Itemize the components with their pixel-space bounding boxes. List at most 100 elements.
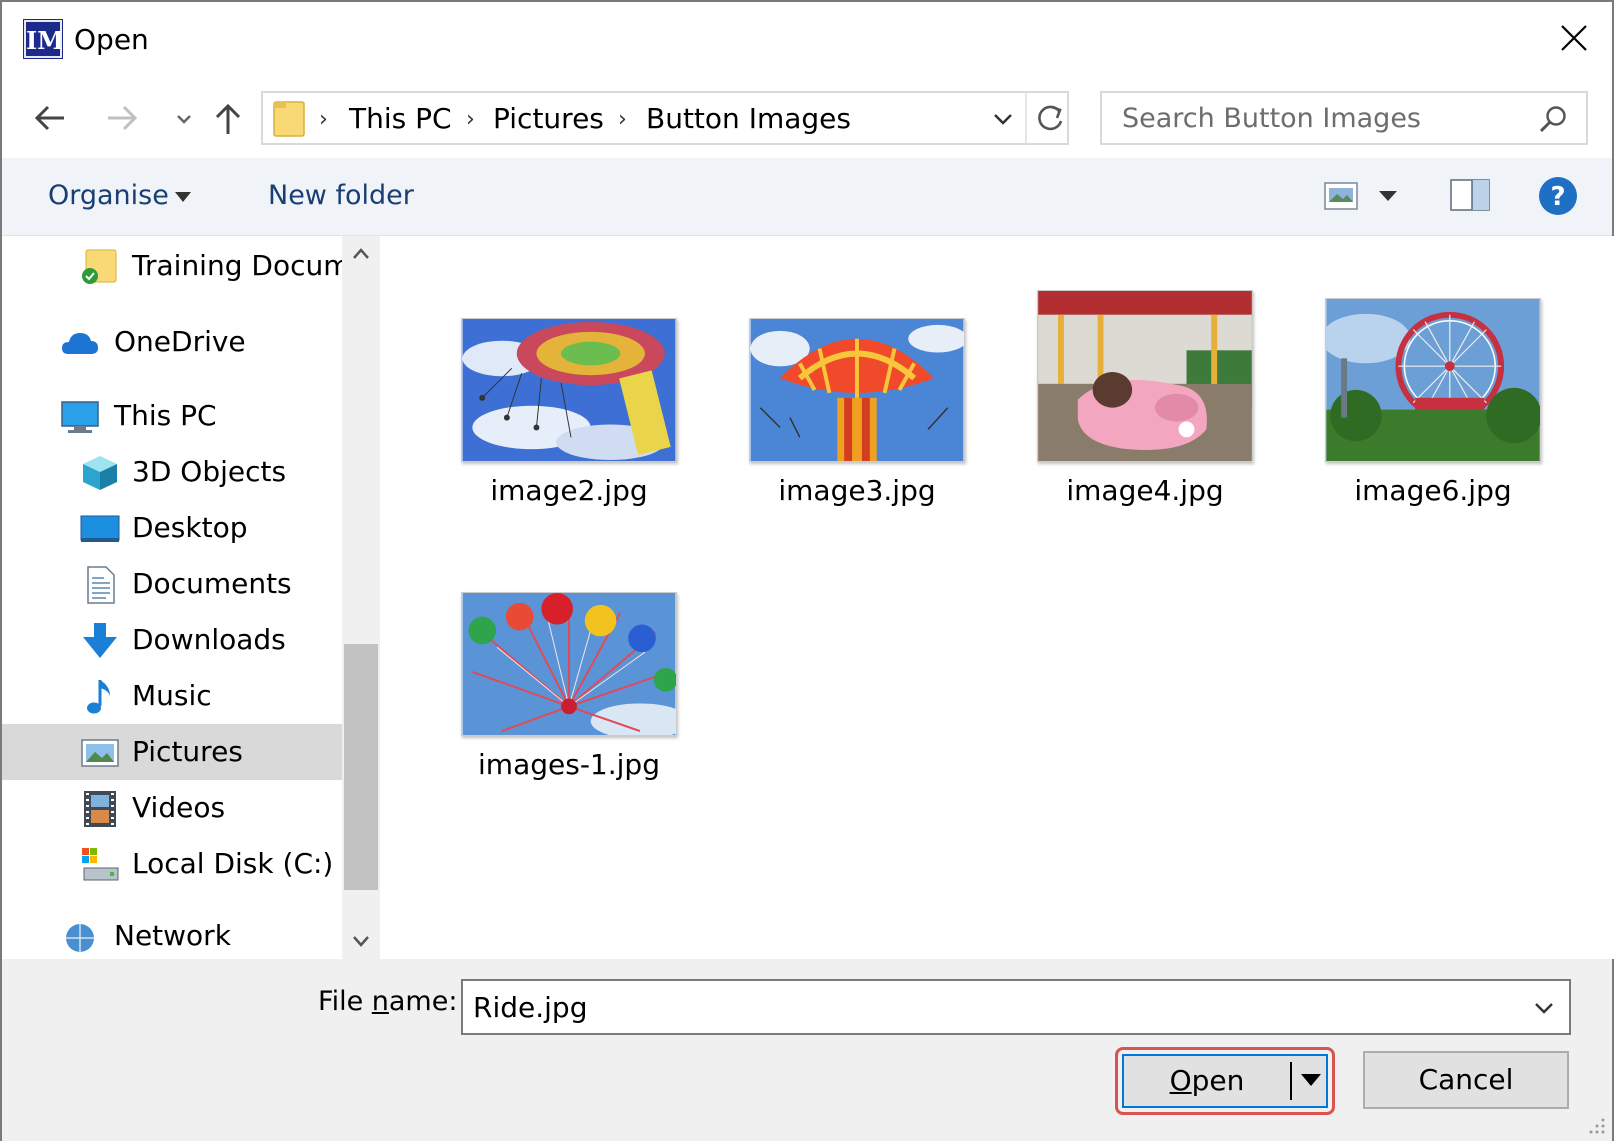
file-name-value[interactable]: Ride.jpg <box>473 989 587 1027</box>
dialog-footer: File name: Ride.jpg Open Cancel <box>2 959 1612 1141</box>
sidebar-item-onedrive[interactable]: OneDrive <box>2 314 342 370</box>
nav-scrollbar[interactable] <box>342 236 380 959</box>
document-icon <box>87 566 115 604</box>
address-divider <box>1025 93 1027 143</box>
arrow-left-icon[interactable] <box>28 96 72 140</box>
organise-dropdown-icon[interactable] <box>174 191 192 203</box>
scroll-up-icon[interactable] <box>342 236 380 272</box>
sidebar-item-music[interactable]: Music <box>2 668 342 724</box>
preview-pane-icon[interactable] <box>1450 178 1490 212</box>
address-bar[interactable]: › This PC › Pictures › Button Images <box>261 91 1069 145</box>
open-button-label: Open <box>1169 1064 1245 1097</box>
film-icon <box>84 791 116 827</box>
sidebar-item-label: This PC <box>114 399 217 432</box>
folder-icon <box>273 101 305 137</box>
image-thumbnail <box>1325 298 1541 462</box>
title-bar: IM Open <box>2 2 1612 78</box>
cancel-button-label: Cancel <box>1418 1063 1514 1096</box>
file-list: image2.jpg image3.jpg image4.jpg image6.… <box>386 236 1614 959</box>
scroll-thumb[interactable] <box>344 644 378 890</box>
file-item[interactable]: image2.jpg <box>439 318 699 518</box>
sidebar-item-label: Pictures <box>132 735 243 768</box>
view-dropdown-icon[interactable] <box>1378 190 1398 202</box>
search-icon[interactable] <box>1536 103 1570 137</box>
file-item[interactable]: image4.jpg <box>1015 290 1275 518</box>
breadcrumb-separator-icon: › <box>618 107 627 132</box>
sidebar-item-videos[interactable]: Videos <box>2 780 342 836</box>
sidebar-item-desktop[interactable]: Desktop <box>2 500 342 556</box>
sidebar-item-training-documents[interactable]: Training Docum <box>2 238 351 294</box>
sidebar-item-label: Videos <box>132 791 226 824</box>
open-split-divider <box>1290 1062 1292 1100</box>
search-box[interactable]: Search Button Images <box>1100 91 1588 145</box>
sidebar-item-label: Music <box>132 679 212 712</box>
download-icon <box>83 623 117 658</box>
file-name: image3.jpg <box>778 474 936 507</box>
sidebar-item-local-disk[interactable]: Local Disk (C:) <box>2 836 342 892</box>
organise-label: Organise <box>48 180 169 211</box>
cancel-button[interactable]: Cancel <box>1363 1051 1569 1109</box>
image-thumbnail <box>461 318 677 462</box>
sidebar-item-label: Desktop <box>132 511 248 544</box>
view-options-icon[interactable] <box>1324 182 1358 210</box>
cloud-icon <box>62 333 98 354</box>
scroll-down-icon[interactable] <box>342 923 380 959</box>
navigation-pane: Training Docum OneDrive This PC 3D Objec… <box>2 236 386 959</box>
open-button-highlight: Open <box>1115 1047 1335 1115</box>
file-name: image2.jpg <box>490 474 648 507</box>
sidebar-item-this-pc[interactable]: This PC <box>2 388 342 444</box>
image-thumbnail <box>749 318 965 462</box>
sidebar-item-label: Local Disk (C:) <box>132 847 334 880</box>
close-icon[interactable] <box>1554 18 1594 58</box>
image-thumbnail <box>461 592 677 736</box>
sidebar-item-network[interactable]: Network <box>2 908 342 959</box>
svg-text:?: ? <box>1550 182 1565 212</box>
image-thumbnail <box>1037 290 1253 462</box>
breadcrumb-button-images[interactable]: Button Images <box>646 101 851 137</box>
sidebar-item-pictures[interactable]: Pictures <box>2 724 342 780</box>
music-note-icon <box>87 680 110 714</box>
network-icon <box>66 924 94 952</box>
sidebar-item-label: 3D Objects <box>132 455 287 488</box>
file-name: image6.jpg <box>1354 474 1512 507</box>
file-item[interactable]: images-1.jpg <box>439 592 699 792</box>
chevron-down-icon[interactable] <box>162 96 206 140</box>
address-dropdown-icon[interactable] <box>983 101 1023 137</box>
new-folder-button[interactable]: New folder <box>268 178 414 214</box>
refresh-icon[interactable] <box>1031 99 1069 137</box>
file-item[interactable]: image6.jpg <box>1303 298 1563 518</box>
shared-folder-icon <box>82 249 117 284</box>
window-title: Open <box>74 23 149 56</box>
desktop-icon <box>80 515 120 542</box>
sidebar-item-documents[interactable]: Documents <box>2 556 342 612</box>
file-item[interactable]: image3.jpg <box>727 318 987 518</box>
pictures-icon <box>81 739 119 767</box>
resize-grip-icon[interactable] <box>1588 1117 1606 1135</box>
file-name-field[interactable]: Ride.jpg <box>461 979 1571 1035</box>
computer-icon <box>61 401 99 433</box>
sidebar-item-label: Documents <box>132 567 292 600</box>
navigation-bar: › This PC › Pictures › Button Images Sea… <box>2 78 1612 158</box>
arrow-right-icon[interactable] <box>100 96 144 140</box>
breadcrumb-pictures[interactable]: Pictures <box>493 101 604 137</box>
search-input[interactable]: Search Button Images <box>1122 101 1421 137</box>
sidebar-item-label: Network <box>114 919 231 952</box>
sidebar-item-label: Downloads <box>132 623 286 656</box>
open-dropdown-icon[interactable] <box>1300 1072 1322 1088</box>
chevron-down-icon[interactable] <box>1527 993 1561 1023</box>
sidebar-item-label: Training Docum <box>132 249 351 282</box>
file-name: image4.jpg <box>1066 474 1224 507</box>
breadcrumb-this-pc[interactable]: This PC <box>349 101 452 137</box>
file-name-label: File name: <box>318 986 458 1017</box>
sidebar-item-label: OneDrive <box>114 325 246 358</box>
arrow-up-icon[interactable] <box>206 96 250 140</box>
app-icon: IM <box>23 19 64 59</box>
cube-icon <box>83 456 117 490</box>
open-button[interactable]: Open <box>1122 1054 1328 1108</box>
file-name: images-1.jpg <box>478 748 660 781</box>
sidebar-item-downloads[interactable]: Downloads <box>2 612 342 668</box>
help-icon[interactable]: ? <box>1538 176 1578 216</box>
sidebar-item-3d-objects[interactable]: 3D Objects <box>2 444 342 500</box>
organise-button[interactable]: Organise <box>48 178 169 214</box>
command-bar: Organise New folder ? <box>2 158 1612 236</box>
